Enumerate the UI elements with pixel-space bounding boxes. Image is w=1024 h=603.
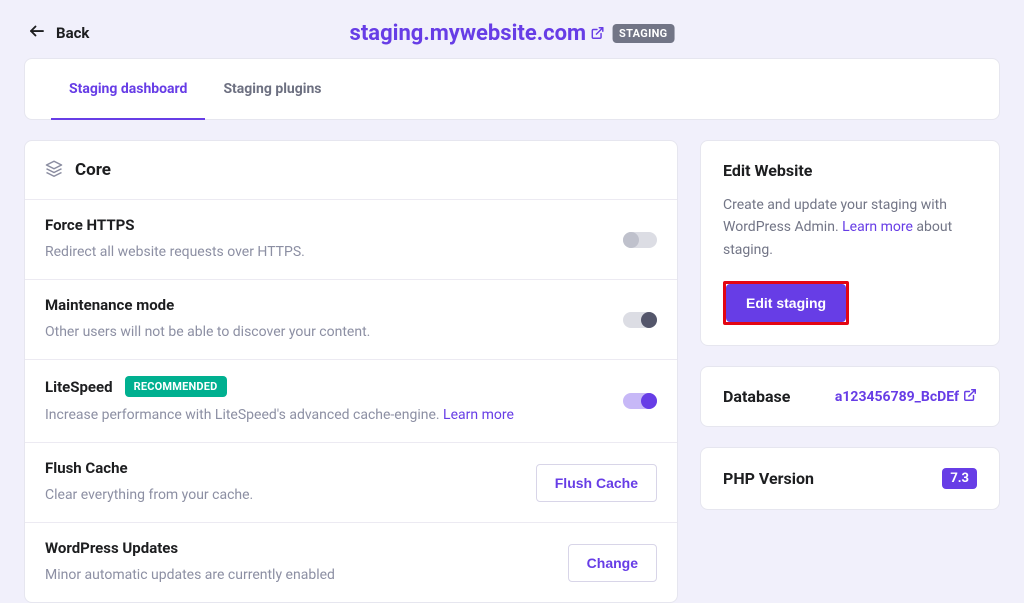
- edit-website-header: Edit Website: [723, 161, 977, 180]
- setting-wp-updates: WordPress Updates Minor automatic update…: [25, 523, 677, 602]
- maintenance-title: Maintenance mode: [45, 296, 605, 314]
- maintenance-toggle[interactable]: [623, 312, 657, 328]
- setting-maintenance: Maintenance mode Other users will not be…: [25, 280, 677, 360]
- litespeed-desc: Increase performance with LiteSpeed's ad…: [45, 407, 443, 423]
- database-link[interactable]: a123456789_BcDEf: [835, 388, 977, 406]
- force-https-toggle[interactable]: [623, 232, 657, 248]
- core-header: Core: [25, 141, 677, 200]
- flush-cache-desc: Clear everything from your cache.: [45, 485, 518, 506]
- litespeed-title: LiteSpeed: [45, 378, 113, 396]
- php-version-badge: 7.3: [942, 468, 977, 489]
- setting-flush-cache: Flush Cache Clear everything from your c…: [25, 443, 677, 523]
- env-badge: STAGING: [612, 24, 674, 43]
- edit-website-card: Edit Website Create and update your stag…: [700, 140, 1000, 346]
- force-https-desc: Redirect all website requests over HTTPS…: [45, 242, 605, 263]
- wp-updates-title: WordPress Updates: [45, 539, 550, 557]
- site-url-link[interactable]: staging.mywebsite.com: [350, 21, 605, 46]
- arrow-left-icon: [28, 22, 46, 44]
- site-url: staging.mywebsite.com: [350, 21, 587, 46]
- database-header: Database: [723, 387, 790, 406]
- tab-staging-dashboard[interactable]: Staging dashboard: [51, 59, 205, 119]
- external-link-icon: [590, 21, 604, 46]
- flush-cache-button[interactable]: Flush Cache: [536, 464, 657, 502]
- maintenance-desc: Other users will not be able to discover…: [45, 322, 605, 343]
- core-card: Core Force HTTPS Redirect all website re…: [24, 140, 678, 603]
- wp-updates-change-button[interactable]: Change: [568, 544, 657, 582]
- back-label: Back: [56, 24, 89, 42]
- recommended-badge: RECOMMENDED: [125, 376, 227, 397]
- database-value: a123456789_BcDEf: [835, 389, 959, 405]
- tabs: Staging dashboard Staging plugins: [24, 58, 1000, 120]
- back-button[interactable]: Back: [28, 22, 89, 44]
- edit-staging-button[interactable]: Edit staging: [726, 284, 846, 322]
- force-https-title: Force HTTPS: [45, 216, 605, 234]
- wp-updates-desc: Minor automatic updates are currently en…: [45, 565, 550, 586]
- edit-learn-more-link[interactable]: Learn more: [842, 219, 913, 235]
- database-card: Database a123456789_BcDEf: [700, 366, 1000, 427]
- setting-litespeed: LiteSpeed RECOMMENDED Increase performan…: [25, 360, 677, 443]
- tab-staging-plugins[interactable]: Staging plugins: [205, 59, 339, 119]
- setting-force-https: Force HTTPS Redirect all website request…: [25, 200, 677, 280]
- flush-cache-title: Flush Cache: [45, 459, 518, 477]
- external-link-icon: [963, 388, 977, 406]
- layers-icon: [45, 159, 63, 181]
- php-version-header: PHP Version: [723, 469, 814, 488]
- litespeed-learn-more-link[interactable]: Learn more: [443, 407, 514, 423]
- core-title: Core: [75, 160, 111, 180]
- litespeed-toggle[interactable]: [623, 393, 657, 409]
- php-version-card: PHP Version 7.3: [700, 447, 1000, 510]
- edit-staging-highlight: Edit staging: [723, 281, 849, 325]
